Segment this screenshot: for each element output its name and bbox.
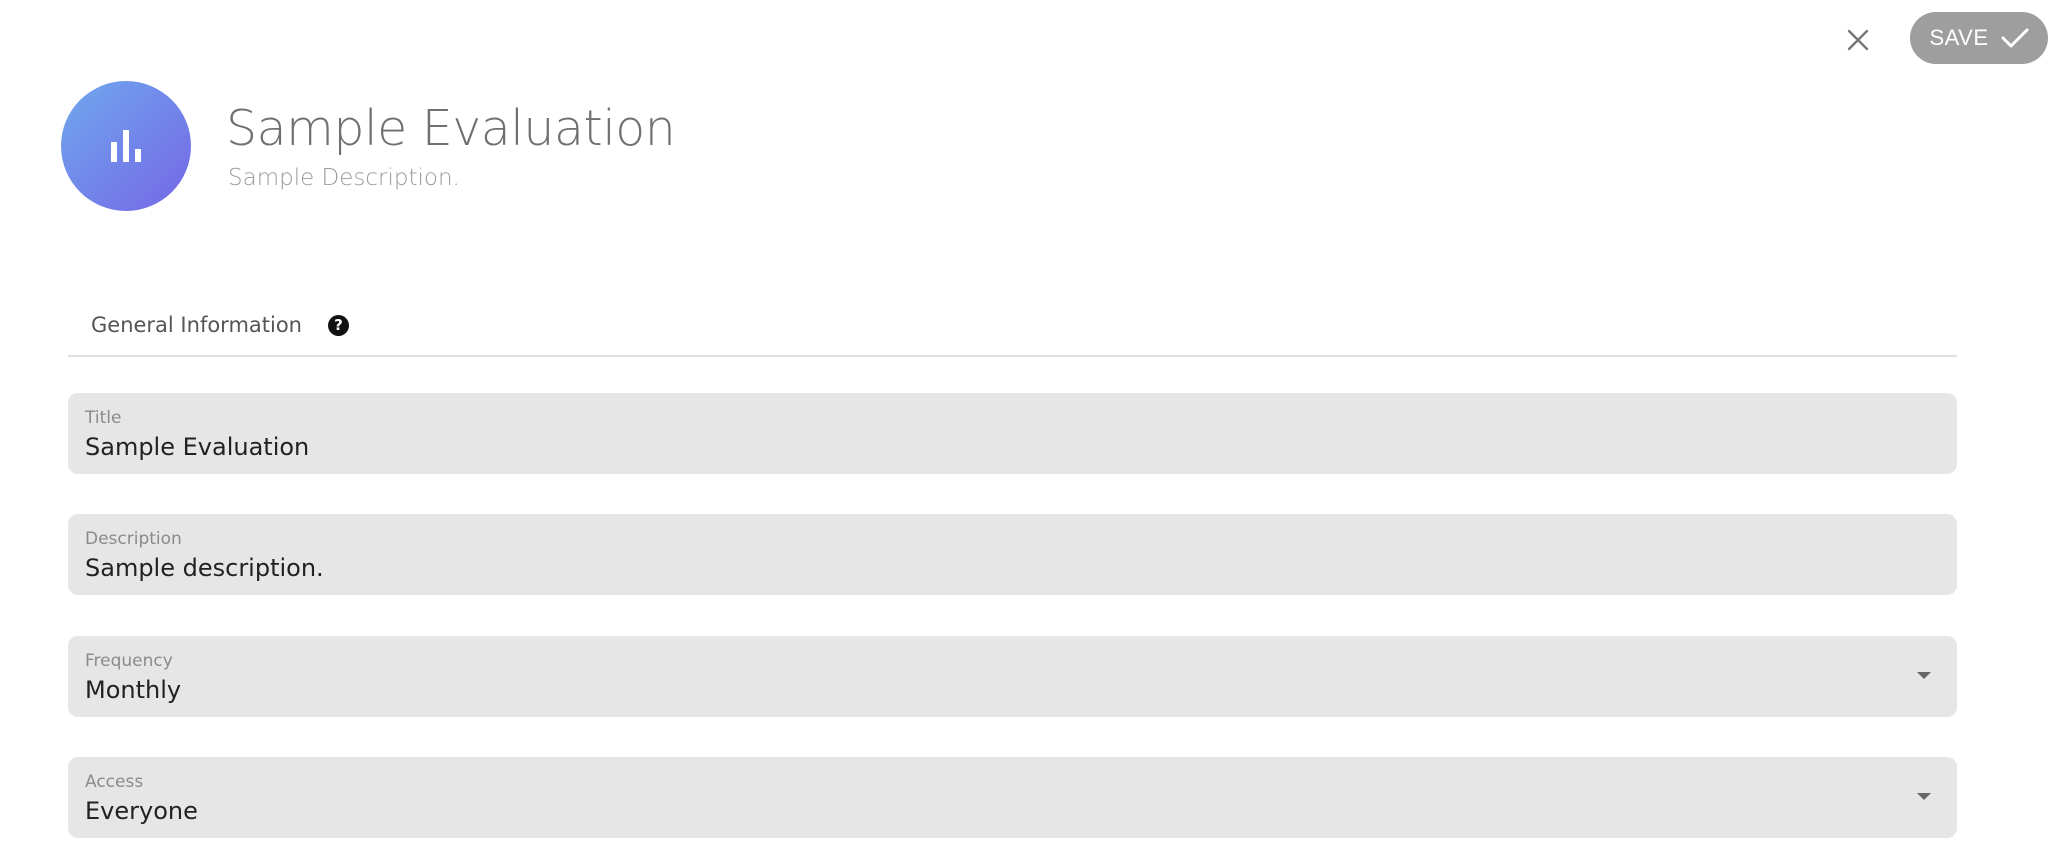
frequency-select-label: Frequency bbox=[85, 651, 173, 671]
page-title: Sample Evaluation bbox=[226, 100, 676, 157]
bar-chart-icon bbox=[111, 130, 141, 162]
chevron-down-icon[interactable] bbox=[1917, 672, 1931, 679]
close-icon bbox=[1847, 29, 1869, 51]
tab-label: General Information bbox=[91, 313, 302, 337]
frequency-select-value: Monthly bbox=[85, 676, 182, 704]
close-button[interactable] bbox=[1838, 20, 1878, 60]
avatar bbox=[61, 81, 191, 211]
access-select-label: Access bbox=[85, 772, 144, 792]
chevron-down-icon[interactable] bbox=[1917, 793, 1931, 800]
check-icon bbox=[2001, 28, 2029, 48]
frequency-select[interactable]: Frequency Monthly bbox=[68, 636, 1957, 717]
description-field-value: Sample description. bbox=[85, 554, 324, 582]
description-field[interactable]: Description Sample description. bbox=[68, 514, 1957, 595]
access-select-value: Everyone bbox=[85, 797, 198, 825]
description-field-label: Description bbox=[85, 529, 182, 549]
save-button-label: SAVE bbox=[1929, 25, 1989, 50]
title-field-label: Title bbox=[85, 408, 122, 428]
tab-bar: General Information ? bbox=[68, 300, 1957, 357]
tab-general-information[interactable]: General Information ? bbox=[91, 313, 349, 337]
title-field[interactable]: Title Sample Evaluation bbox=[68, 393, 1957, 474]
evaluation-editor: SAVE Sample Evaluation Sample Descriptio… bbox=[0, 0, 2064, 866]
page-subtitle: Sample Description. bbox=[228, 165, 460, 191]
title-field-value: Sample Evaluation bbox=[85, 433, 310, 461]
help-icon[interactable]: ? bbox=[328, 314, 349, 336]
access-select[interactable]: Access Everyone bbox=[68, 757, 1957, 838]
save-button[interactable]: SAVE bbox=[1910, 12, 2048, 64]
